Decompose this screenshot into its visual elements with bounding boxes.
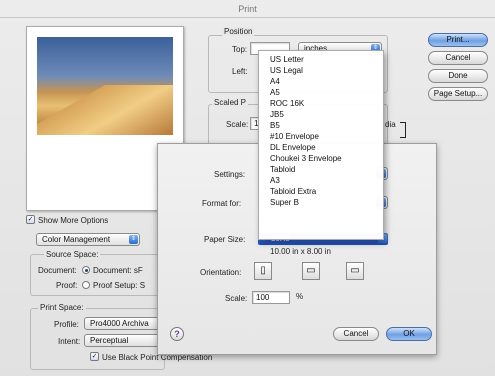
- paper-menu-item[interactable]: A3: [259, 175, 385, 186]
- paper-menu-item[interactable]: #10 Envelope: [259, 131, 385, 142]
- preview-image-dune: [37, 85, 173, 135]
- page-setup-button[interactable]: Page Setup...: [428, 87, 488, 101]
- scaled-label: Scaled P: [212, 98, 249, 107]
- link-bracket-icon: [400, 122, 406, 138]
- profile-label: Profile:: [54, 320, 79, 329]
- proof-option-label: Proof Setup: S: [93, 281, 146, 290]
- paper-menu-item[interactable]: US Letter: [259, 54, 385, 65]
- paper-menu-item[interactable]: ROC 16K: [259, 98, 385, 109]
- updown-arrows-icon: ⇕: [129, 235, 138, 244]
- proof-radio[interactable]: [82, 281, 90, 289]
- paper-menu-item[interactable]: DL Envelope: [259, 142, 385, 153]
- color-management-popup[interactable]: Color Management ⇕: [36, 233, 140, 246]
- profile-popup[interactable]: Pro4000 Archiva: [84, 317, 164, 330]
- landscape-left-icon[interactable]: ▭: [302, 262, 320, 280]
- show-more-options-checkbox[interactable]: ✓: [26, 215, 35, 224]
- media-text: dia: [385, 120, 396, 129]
- black-point-checkbox[interactable]: ✓: [90, 352, 99, 361]
- color-management-value: Color Management: [42, 235, 111, 244]
- paper-size-label: Paper Size:: [204, 235, 246, 244]
- print-dialog: Print Position Top: inches ⇕ Left: Scale…: [0, 0, 495, 376]
- paper-menu-item[interactable]: B5: [259, 120, 385, 131]
- document-radio[interactable]: [82, 266, 90, 274]
- landscape-right-icon[interactable]: ▭: [346, 262, 364, 280]
- sheet-ok-button[interactable]: OK: [386, 327, 432, 341]
- top-label: Top:: [232, 45, 248, 54]
- print-button[interactable]: Print...: [428, 33, 488, 47]
- paper-dimensions: 10.00 in x 8.00 in: [270, 247, 331, 256]
- show-more-options-label: Show More Options: [38, 216, 109, 225]
- orientation-label: Orientation:: [200, 268, 242, 277]
- titlebar-divider: [0, 17, 495, 18]
- paper-size-menu: US Letter US Legal A4 A5 ROC 16K JB5 B5 #10 Env…: [258, 50, 384, 240]
- paper-menu-item[interactable]: A5: [259, 87, 385, 98]
- scale-label: Scale:: [226, 120, 249, 129]
- print-space-label: Print Space:: [38, 303, 86, 312]
- paper-menu-item[interactable]: Tabloid: [259, 164, 385, 175]
- format-for-label: Format for:: [202, 199, 242, 208]
- scale-unit: %: [296, 292, 304, 301]
- portrait-icon[interactable]: ▯: [254, 262, 272, 280]
- paper-menu-item[interactable]: Tabloid Extra: [259, 186, 385, 197]
- sheet-scale-input[interactable]: 100: [252, 291, 290, 304]
- sheet-scale-label: Scale:: [225, 294, 248, 303]
- source-space-label: Source Space:: [44, 250, 101, 259]
- paper-menu-item[interactable]: Choukei 3 Envelope: [259, 153, 385, 164]
- intent-popup[interactable]: Perceptual: [84, 334, 164, 347]
- left-label: Left:: [232, 67, 248, 76]
- document-option-label: Document: sF: [93, 266, 143, 275]
- paper-menu-item[interactable]: Super B: [259, 197, 385, 208]
- paper-menu-item[interactable]: JB5: [259, 109, 385, 120]
- paper-menu-item[interactable]: A4: [259, 76, 385, 87]
- sheet-cancel-button[interactable]: Cancel: [333, 327, 379, 341]
- document-label: Document:: [38, 266, 77, 275]
- done-button[interactable]: Done: [428, 69, 488, 83]
- position-label: Position: [222, 27, 255, 36]
- help-icon[interactable]: ?: [170, 327, 184, 341]
- intent-label: Intent:: [58, 337, 81, 346]
- window-title: Print: [238, 4, 257, 14]
- cancel-button[interactable]: Cancel: [428, 51, 488, 65]
- paper-menu-item[interactable]: US Legal: [259, 65, 385, 76]
- settings-label: Settings:: [214, 170, 246, 179]
- proof-label: Proof:: [56, 281, 78, 290]
